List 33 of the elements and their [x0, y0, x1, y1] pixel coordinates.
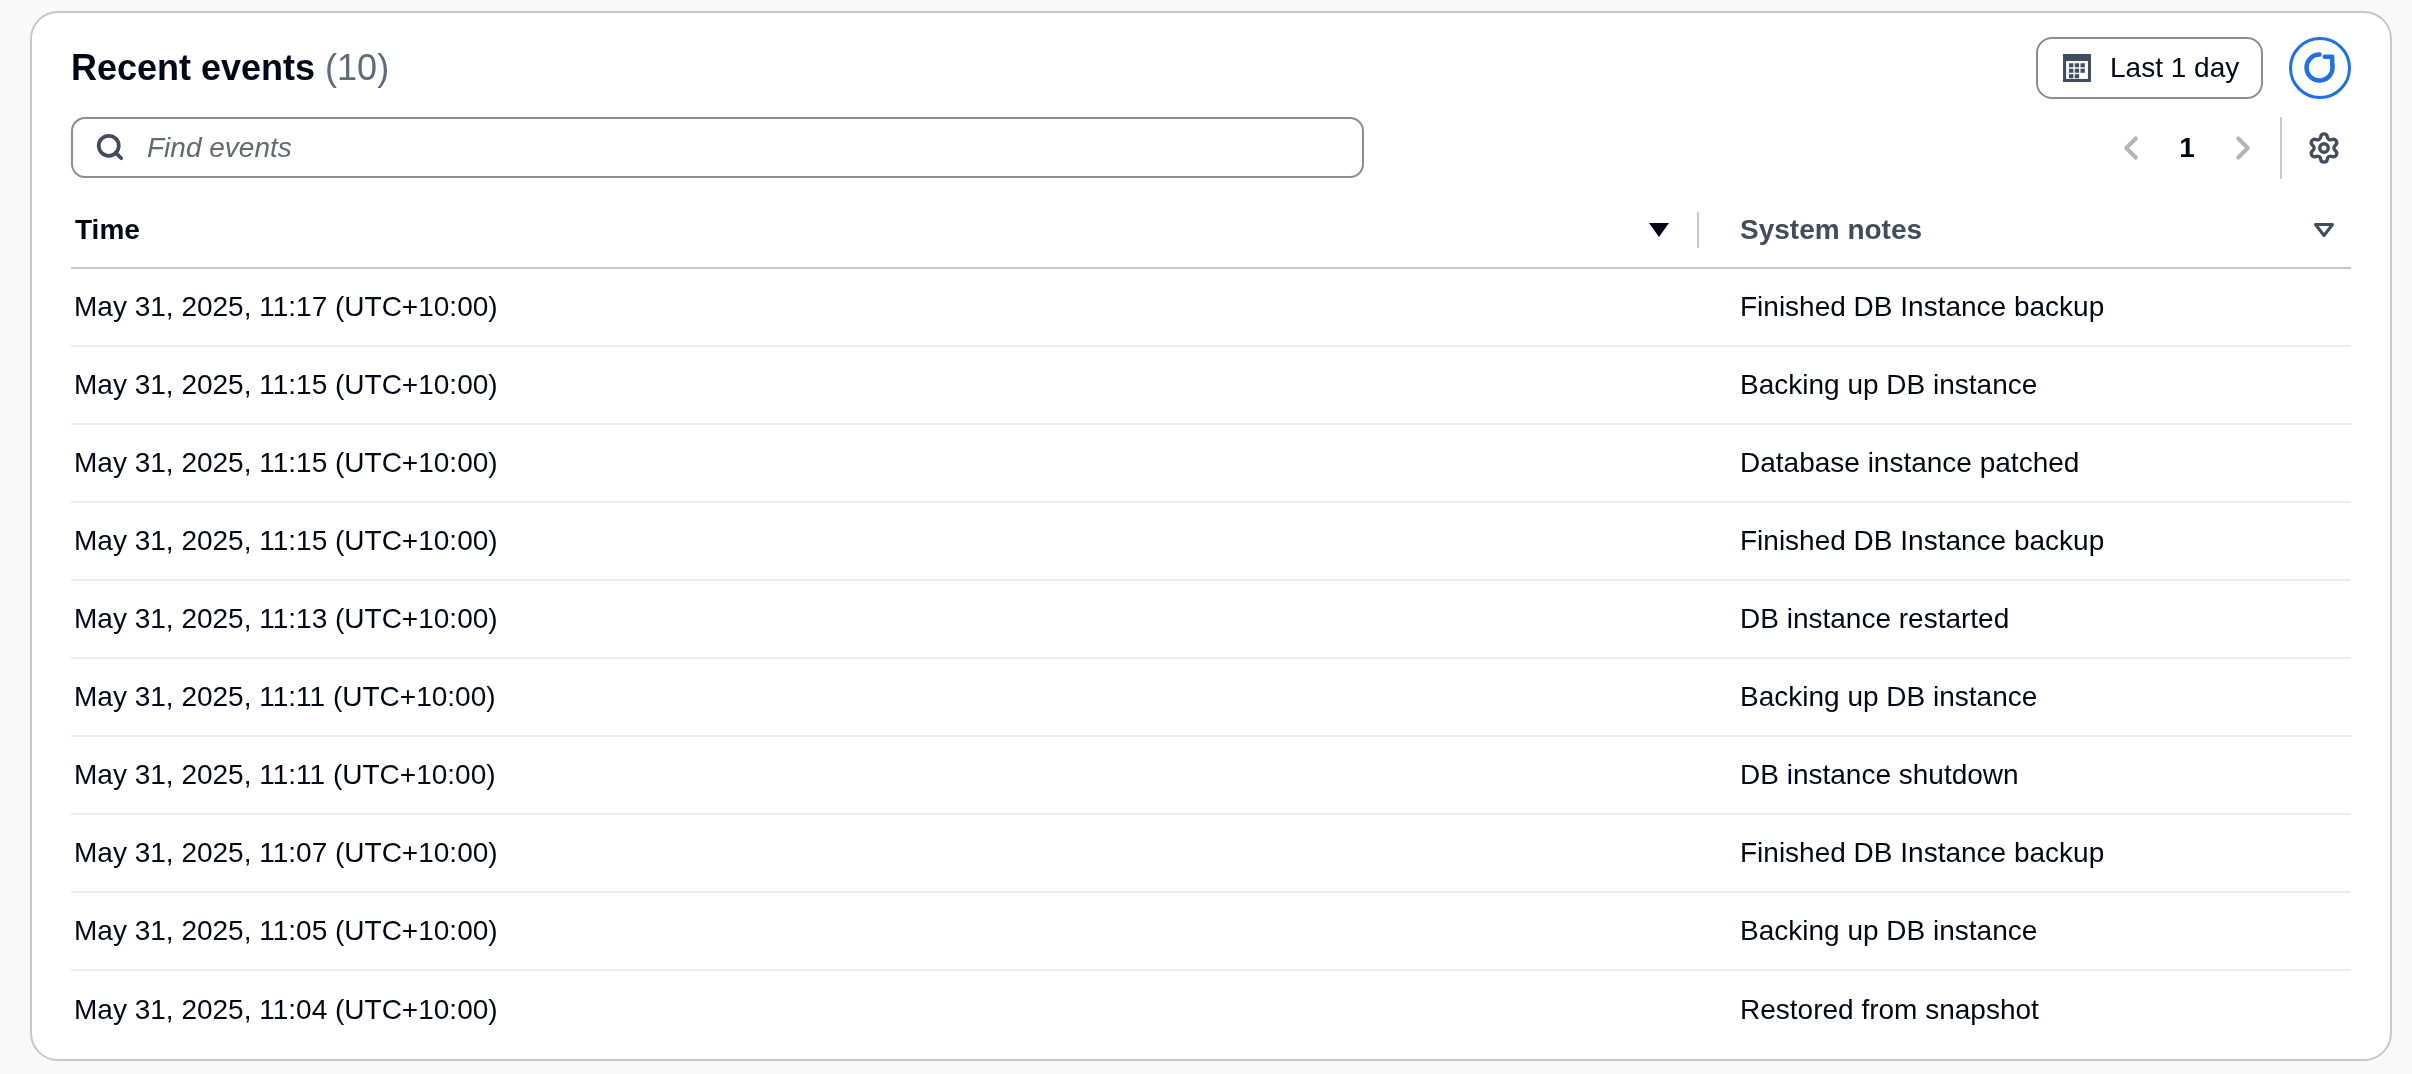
table-cell: Restored from snapshot [1740, 994, 2039, 1025]
refresh-icon [2304, 52, 2336, 84]
table-cell: May 31, 2025, 11:15 (UTC+10:00) [74, 525, 498, 556]
table-cell: Finished DB Instance backup [1740, 291, 2105, 322]
table-cell: Backing up DB instance [1740, 369, 2038, 400]
table-cell: May 31, 2025, 11:11 (UTC+10:00) [74, 681, 496, 712]
sort-icon[interactable] [2314, 222, 2334, 237]
table-cell: Finished DB Instance backup [1740, 837, 2105, 868]
table-cell: DB instance restarted [1740, 603, 2010, 634]
table-cell: May 31, 2025, 11:05 (UTC+10:00) [74, 915, 498, 946]
table-cell: May 31, 2025, 11:15 (UTC+10:00) [74, 369, 498, 400]
table-cell: May 31, 2025, 11:13 (UTC+10:00) [74, 603, 498, 634]
search-field[interactable]: Find events [71, 117, 1364, 178]
date-range-button[interactable]: Last 1 day [2036, 37, 2263, 99]
table-cell: Backing up DB instance [1740, 915, 2038, 946]
event-count: (10) [325, 50, 390, 86]
table-cell: May 31, 2025, 11:07 (UTC+10:00) [74, 837, 498, 868]
panel-title: Recent events [71, 50, 316, 86]
table-cell: May 31, 2025, 11:04 (UTC+10:00) [74, 994, 498, 1025]
search-icon [95, 132, 125, 162]
table-cell: Backing up DB instance [1740, 681, 2038, 712]
table-cell: DB instance shutdown [1740, 759, 2019, 790]
table-cell: May 31, 2025, 11:15 (UTC+10:00) [74, 447, 498, 478]
column-header[interactable]: Time [75, 208, 140, 251]
table-cell: May 31, 2025, 11:11 (UTC+10:00) [74, 759, 496, 790]
table-cell: Database instance patched [1740, 447, 2080, 478]
calendar-icon [2063, 54, 2091, 82]
sort-descending-icon[interactable] [1649, 222, 1669, 237]
table-cell: Finished DB Instance backup [1740, 525, 2105, 556]
page-number-button[interactable]: 1 [2167, 127, 2207, 168]
settings-icon [2307, 130, 2341, 165]
column-header[interactable]: System notes [1740, 208, 1923, 251]
table-cell: May 31, 2025, 11:17 (UTC+10:00) [74, 291, 498, 322]
